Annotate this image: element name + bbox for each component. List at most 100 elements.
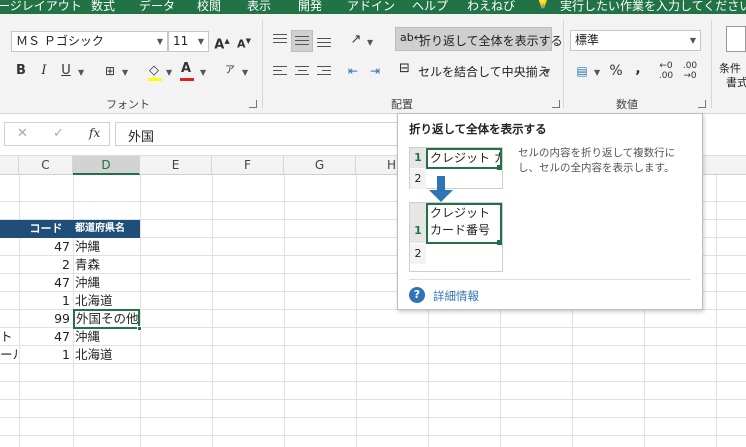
font-dialog-launcher-icon[interactable] (249, 100, 257, 108)
group-separator (711, 20, 712, 108)
table-header-code[interactable]: コード (19, 220, 73, 238)
table-cell-code[interactable]: 47 (19, 238, 70, 256)
example-line-1: クレジット (430, 206, 491, 220)
help-icon[interactable]: ? (409, 287, 425, 303)
arrow-down-head (429, 190, 453, 202)
table-cell-code[interactable]: 2 (19, 256, 70, 274)
table-cell-prefecture[interactable]: 北海道 (75, 292, 139, 310)
column-header-c[interactable]: C (19, 156, 73, 175)
column-header-b[interactable] (0, 156, 19, 175)
table-cell-code[interactable]: 47 (19, 274, 70, 292)
font-color-button[interactable]: A (176, 59, 196, 79)
font-name-select[interactable]: ＭＳ Ｐゴシック ▼ (11, 31, 168, 52)
tab-review[interactable]: 校閲 (197, 0, 221, 14)
table-cell-b[interactable] (0, 292, 19, 310)
number-format-select[interactable]: 標準 ▼ (570, 30, 701, 51)
formula-buttons-box: ✕ ✓ fx (4, 122, 110, 146)
chevron-down-icon[interactable]: ▼ (242, 68, 248, 77)
align-top-icon[interactable] (273, 34, 287, 46)
table-cell-b[interactable]: ール (0, 346, 19, 364)
formula-input[interactable]: 外国 (115, 122, 400, 146)
table-cell-code[interactable]: 47 (19, 328, 70, 346)
formula-value: 外国 (128, 130, 155, 145)
percent-style-button[interactable]: % (606, 61, 626, 81)
chevron-down-icon[interactable]: ▼ (166, 68, 172, 77)
tooltip-title: 折り返して全体を表示する (409, 122, 547, 136)
align-middle-icon (295, 36, 309, 48)
decrease-decimal-icon[interactable]: .00 →0 (680, 61, 700, 81)
shrink-font-button[interactable]: A▼ (234, 31, 254, 51)
bold-button[interactable]: B (11, 61, 31, 81)
table-header-prefecture[interactable]: 都道府県名 (73, 220, 140, 238)
chevron-down-icon[interactable]: ▼ (122, 68, 128, 77)
comma-style-button[interactable]: , (628, 59, 648, 79)
column-header-e[interactable]: E (140, 156, 212, 175)
decrease-indent-icon[interactable]: ⇤ (343, 61, 363, 81)
wrap-text-button[interactable]: ab↵ 折り返して全体を表示する (395, 27, 563, 51)
active-cell[interactable]: 外国その他 (73, 309, 140, 329)
table-cell-b[interactable] (0, 256, 19, 274)
table-header-cell[interactable] (0, 220, 19, 238)
align-right-icon[interactable] (317, 66, 331, 78)
tooltip-divider (409, 279, 691, 280)
merge-center-button[interactable]: ⊟ セルを結合して中央揃え ▼ (395, 58, 555, 82)
tooltip-description-2: し、セルの全内容を表示します。 (518, 162, 675, 174)
table-cell-code[interactable]: 1 (19, 346, 70, 364)
tab-view[interactable]: 表示 (247, 0, 271, 14)
table-cell-prefecture[interactable]: 沖縄 (75, 328, 139, 346)
table-cell-b[interactable] (0, 238, 19, 256)
font-size-select[interactable]: 11 ▼ (168, 31, 209, 52)
tab-page-layout[interactable]: ージレイアウト (0, 0, 82, 14)
chevron-down-icon[interactable]: ▼ (78, 68, 84, 77)
example-cell: クレジット カ (426, 148, 502, 169)
table-cell-b[interactable] (0, 274, 19, 292)
conditional-formatting-icon[interactable] (726, 26, 746, 52)
table-cell-prefecture[interactable]: 北海道 (75, 346, 139, 364)
table-cell-prefecture[interactable]: 沖縄 (75, 274, 139, 292)
phonetic-icon[interactable]: ア (220, 61, 240, 81)
group-separator (262, 20, 263, 108)
number-dialog-launcher-icon[interactable] (698, 100, 706, 108)
alignment-dialog-launcher-icon[interactable] (552, 100, 560, 108)
table-cell-code[interactable]: 99 (19, 310, 70, 328)
align-center-icon[interactable] (295, 66, 309, 78)
example-after: 1 2 クレジット カード番号 (409, 202, 503, 272)
column-header-f[interactable]: F (212, 156, 284, 175)
table-cell-prefecture[interactable]: 沖縄 (75, 238, 139, 256)
increase-indent-icon[interactable]: ⇥ (365, 61, 385, 81)
column-header-g[interactable]: G (284, 156, 356, 175)
align-left-icon[interactable] (273, 66, 287, 78)
italic-button[interactable]: I (34, 61, 54, 81)
grow-font-button[interactable]: A▲ (212, 31, 232, 52)
borders-icon[interactable]: ⊞ (100, 61, 120, 81)
chevron-down-icon[interactable]: ▼ (200, 68, 206, 77)
tab-addins[interactable]: アドイン (347, 0, 395, 14)
chevron-down-icon[interactable]: ▼ (367, 38, 373, 47)
tab-data[interactable]: データ (139, 0, 175, 14)
table-cell-prefecture[interactable]: 青森 (75, 256, 139, 274)
more-info-link[interactable]: 詳細情報 (433, 288, 479, 304)
underline-button[interactable]: U (56, 61, 76, 81)
table-cell-code[interactable]: 1 (19, 292, 70, 310)
column-header-d[interactable]: D (73, 156, 140, 175)
table-cell-b[interactable]: ト (0, 328, 19, 346)
cancel-icon[interactable]: ✕ (17, 126, 28, 141)
increase-decimal-icon[interactable]: ←0.00 (656, 61, 676, 81)
chevron-down-icon: ▼ (689, 36, 696, 45)
example-cell-wrapped: クレジット カード番号 (426, 203, 502, 244)
tab-help[interactable]: ヘルプ (412, 0, 448, 14)
insert-function-icon[interactable]: fx (89, 126, 100, 140)
chevron-down-icon[interactable]: ▼ (594, 68, 600, 77)
tab-developer[interactable]: 開発 (298, 0, 322, 14)
align-bottom-icon[interactable] (317, 38, 331, 50)
tell-me-search[interactable]: 実行したい作業を入力してください (560, 0, 746, 14)
tab-formulas[interactable]: 数式 (91, 0, 115, 14)
ribbon: ＭＳ Ｐゴシック ▼ 11 ▼ A▲ A▼ B I U ▼ ⊞ ▼ ◇ ▼ A … (0, 14, 746, 114)
accounting-format-icon[interactable]: ▤ (572, 61, 592, 81)
tab-custom[interactable]: わえねび (467, 0, 515, 14)
enter-icon[interactable]: ✓ (53, 126, 64, 141)
table-cell-b[interactable] (0, 310, 19, 328)
orientation-icon[interactable]: ↗ (346, 30, 366, 50)
conditional-formatting-label-2: 書式 (726, 76, 746, 89)
wrap-text-tooltip: 折り返して全体を表示する 1 2 クレジット カ 1 2 クレジット カード番号… (397, 113, 703, 310)
